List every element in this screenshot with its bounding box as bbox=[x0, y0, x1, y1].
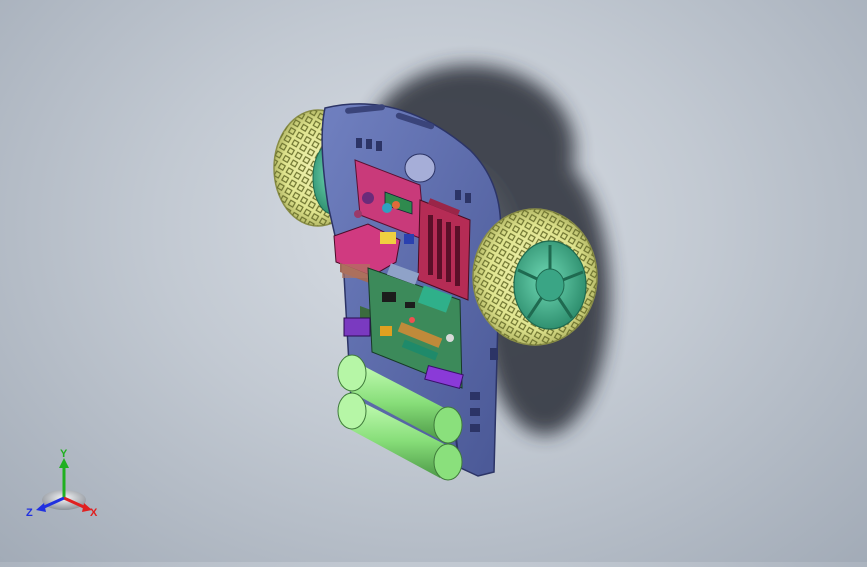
x-axis-label: X bbox=[90, 507, 98, 519]
wheel-icon[interactable] bbox=[472, 208, 598, 346]
orientation-triad[interactable]: Y X Z bbox=[24, 446, 108, 526]
cad-viewport[interactable] bbox=[0, 0, 867, 562]
y-axis-label: Y bbox=[60, 448, 68, 460]
robot-car-model-icon[interactable] bbox=[0, 0, 867, 562]
z-axis-label: Z bbox=[26, 507, 33, 519]
